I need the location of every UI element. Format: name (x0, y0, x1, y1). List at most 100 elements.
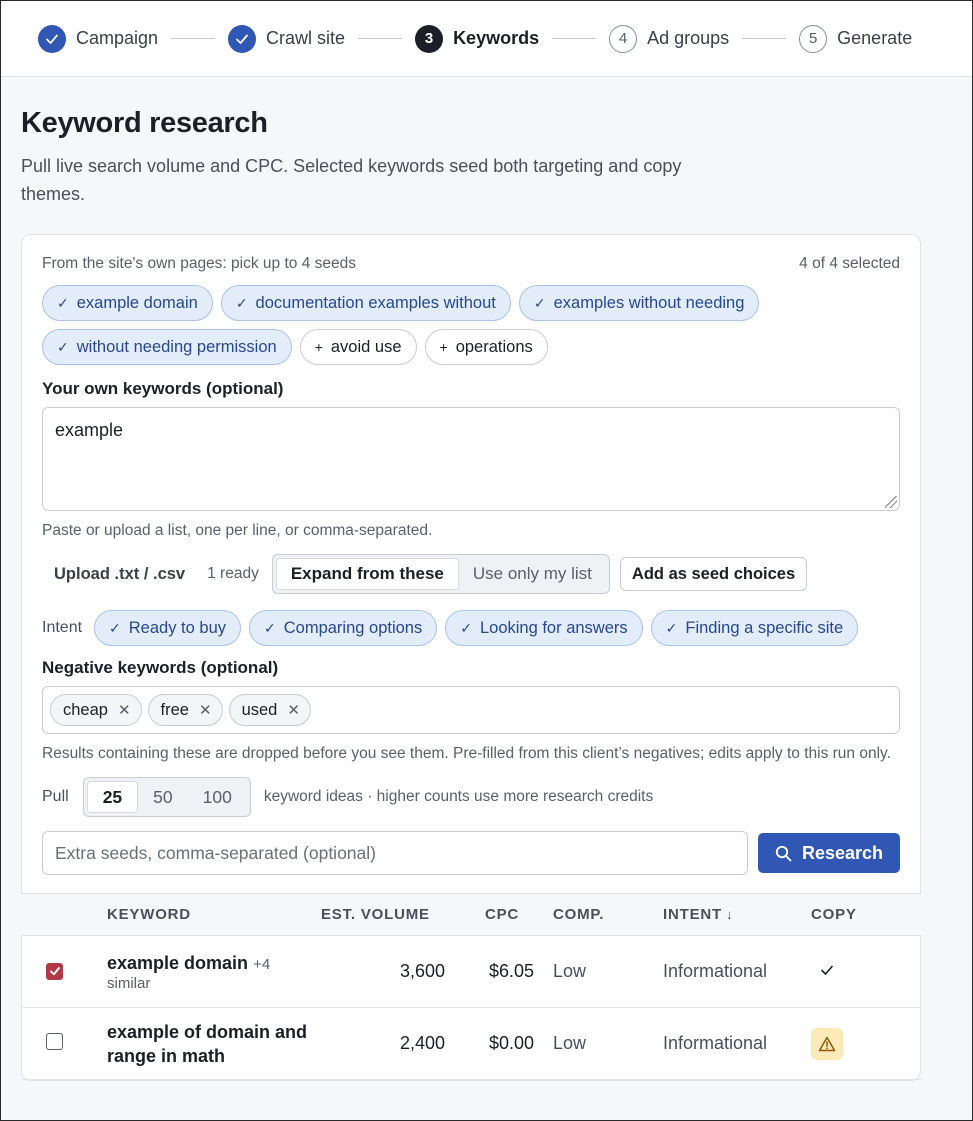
pull-count-toggle: 25 50 100 (82, 777, 251, 817)
research-button[interactable]: Research (758, 833, 900, 873)
pull-row: Pull 25 50 100 keyword ideas · higher co… (42, 777, 900, 817)
warning-icon[interactable] (811, 1027, 843, 1060)
copy-cell (811, 1007, 921, 1080)
seed-chip[interactable]: ✓ documentation examples without (220, 285, 511, 321)
seed-chip-label: examples without needing (553, 293, 745, 312)
negative-tag-label: free (160, 700, 189, 719)
table-row: example of domain and range in math 2,40… (21, 1007, 921, 1080)
header-volume[interactable]: EST. VOLUME (321, 894, 461, 936)
pull-option-25[interactable]: 25 (86, 781, 139, 813)
step-connector (171, 38, 216, 39)
own-keywords-textarea[interactable]: example (42, 407, 900, 511)
step-connector (552, 38, 597, 39)
header-cpc[interactable]: CPC (461, 894, 553, 936)
header-intent-label: INTENT (663, 906, 722, 923)
own-keywords-value: example (55, 420, 124, 440)
sort-down-icon: ↓ (725, 907, 734, 922)
step-label: Crawl site (266, 28, 346, 48)
header-copy[interactable]: COPY (811, 894, 921, 936)
intent-chip[interactable]: ✓ Finding a specific site (650, 610, 859, 646)
negative-tag: used ✕ (228, 694, 311, 726)
seed-chip[interactable]: + operations (424, 329, 548, 365)
seed-chip[interactable]: ✓ examples without needing (518, 285, 760, 321)
mode-expand[interactable]: Expand from these (275, 558, 459, 590)
mode-only-list[interactable]: Use only my list (459, 558, 606, 590)
intent-chip[interactable]: ✓ Ready to buy (94, 610, 241, 646)
keyword-text[interactable]: example domain (107, 953, 248, 973)
keyword-cell: example domain +4 similar (107, 935, 321, 1008)
step-number: 4 (609, 24, 638, 53)
close-icon[interactable]: ✕ (118, 701, 131, 719)
extra-seeds-input[interactable]: Extra seeds, comma-separated (optional) (42, 831, 748, 875)
intent-cell: Informational (663, 1007, 811, 1080)
step-keywords[interactable]: 3 Keywords (415, 24, 539, 53)
app-frame: Campaign Crawl site 3 Keywords 4 Ad grou… (0, 0, 973, 1121)
seed-chip[interactable]: + avoid use (299, 329, 417, 365)
step-label: Ad groups (647, 28, 730, 48)
upload-row: Upload .txt / .csv 1 ready Expand from t… (42, 554, 900, 594)
intent-label: Intent (42, 619, 83, 636)
step-generate[interactable]: 5 Generate (799, 24, 912, 53)
header-keyword[interactable]: KEYWORD (107, 894, 321, 936)
step-label: Campaign (76, 28, 159, 48)
seed-chip[interactable]: ✓ without needing permission (42, 329, 292, 365)
intent-chip-label: Finding a specific site (685, 618, 844, 637)
own-keywords-hint: Paste or upload a list, one per line, or… (42, 522, 433, 539)
negative-tag-label: used (241, 700, 278, 719)
comp-cell: Low (553, 1007, 663, 1080)
resize-handle-icon[interactable] (885, 496, 897, 508)
add-seed-choices-button[interactable]: Add as seed choices (619, 557, 808, 591)
pull-option-50[interactable]: 50 (138, 781, 187, 813)
negative-tag-label: cheap (63, 700, 108, 719)
seed-chip[interactable]: ✓ example domain (42, 285, 213, 321)
intent-cell: Informational (663, 935, 811, 1008)
check-icon (38, 24, 66, 53)
plus-icon: + (439, 339, 448, 355)
table-header-row: KEYWORD EST. VOLUME CPC COMP. INTENT ↓ CO… (21, 893, 921, 936)
plus-icon: + (314, 339, 323, 355)
seed-header: From the site's own pages: pick up to 4 … (42, 255, 900, 273)
check-icon: ✓ (665, 619, 678, 636)
check-icon: ✓ (235, 294, 248, 311)
row-checkbox[interactable] (46, 1032, 63, 1050)
keyword-cell: example of domain and range in math (107, 1007, 321, 1080)
keyword-text[interactable]: example of domain and range in math (107, 1022, 307, 1066)
volume-cell: 3,600 (321, 935, 461, 1008)
row-checkbox[interactable] (46, 962, 63, 980)
seed-chip-label: without needing permission (76, 337, 277, 356)
check-icon: ✓ (109, 619, 121, 636)
check-icon: ✓ (264, 619, 276, 636)
mode-toggle: Expand from these Use only my list (271, 554, 610, 594)
seed-instructions: From the site's own pages: pick up to 4 … (42, 255, 356, 272)
row-select-cell (21, 1007, 107, 1080)
check-icon (228, 24, 257, 53)
intent-chip[interactable]: ✓ Looking for answers (445, 610, 643, 646)
upload-button[interactable]: Upload .txt / .csv (42, 565, 197, 584)
similar-label: similar (107, 975, 151, 992)
check-icon: ✓ (533, 294, 546, 311)
comp-cell: Low (553, 935, 663, 1008)
intent-chips: ✓ Ready to buy ✓ Comparing options ✓ Lookin… (94, 610, 859, 646)
pull-option-100[interactable]: 100 (188, 781, 247, 813)
cpc-cell: $0.00 (461, 1007, 553, 1080)
step-crawl-site[interactable]: Crawl site (228, 24, 346, 53)
header-intent[interactable]: INTENT ↓ (663, 894, 811, 936)
pull-label: Pull (42, 788, 69, 805)
header-comp[interactable]: COMP. (553, 894, 663, 936)
similar-count[interactable]: +4 (253, 956, 270, 973)
copy-cell (811, 935, 921, 1008)
seed-chip-label: documentation examples without (255, 293, 496, 312)
intent-chip[interactable]: ✓ Comparing options (249, 610, 438, 646)
close-icon[interactable]: ✕ (287, 701, 300, 719)
close-icon[interactable]: ✕ (199, 701, 212, 719)
page-description: Pull live search volume and CPC. Selecte… (21, 156, 682, 204)
row-select-cell (21, 935, 107, 1008)
step-ad-groups[interactable]: 4 Ad groups (609, 24, 730, 53)
check-icon: ✓ (57, 294, 69, 311)
intent-chip-label: Looking for answers (479, 618, 628, 637)
seed-count: 4 of 4 selected (799, 255, 900, 272)
own-keywords-label: Your own keywords (optional) (42, 379, 284, 398)
step-campaign[interactable]: Campaign (38, 24, 159, 53)
research-card: From the site's own pages: pick up to 4 … (21, 234, 921, 1081)
negative-keywords-input[interactable]: cheap ✕ free ✕ used ✕ (42, 686, 900, 734)
